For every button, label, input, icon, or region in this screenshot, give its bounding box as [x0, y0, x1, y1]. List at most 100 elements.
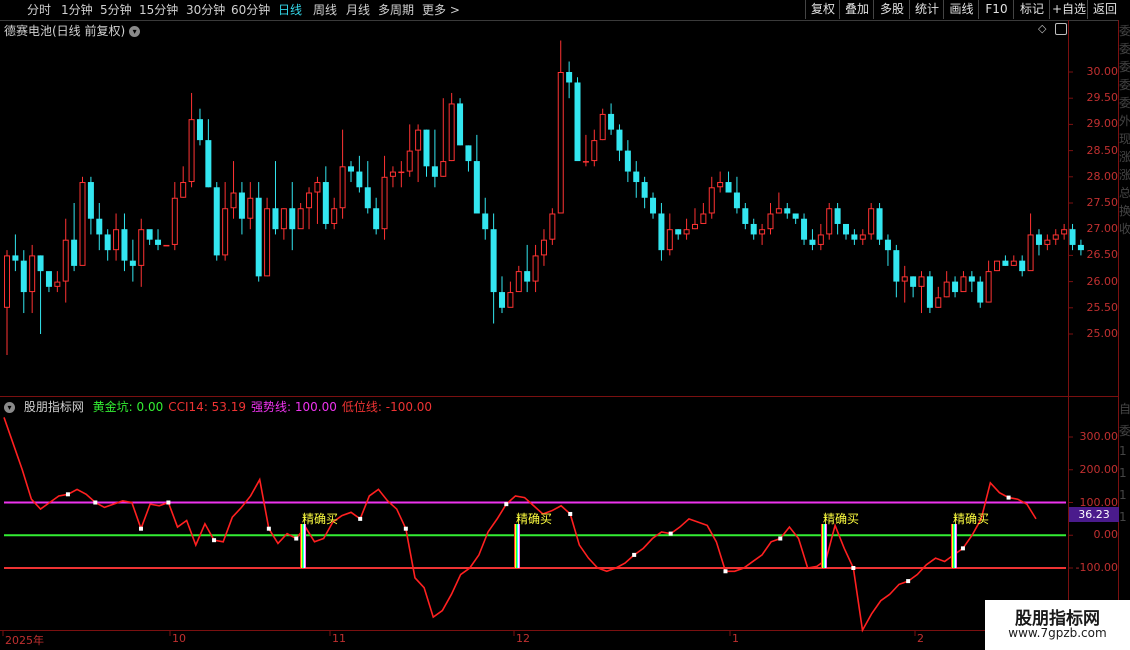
candle-body	[733, 192, 740, 209]
candle-body	[29, 255, 36, 293]
signal-bar	[300, 523, 301, 568]
date-label: 10	[172, 632, 186, 645]
candle-body	[457, 103, 464, 146]
strip-char: 1	[1119, 488, 1127, 502]
candle-body	[356, 171, 363, 188]
candle-body	[859, 234, 866, 240]
candle-body	[37, 255, 44, 272]
signal-bar	[825, 523, 826, 568]
cci-marker	[1006, 495, 1011, 500]
candle-body	[255, 197, 262, 277]
candle-body	[373, 208, 380, 230]
candle-body	[490, 229, 497, 293]
signal-label: 精确买	[516, 511, 553, 526]
candle-body	[230, 192, 237, 209]
candle-body	[1027, 234, 1034, 272]
candle-body	[188, 119, 195, 183]
legend-item-1: CCI14: 53.19	[168, 400, 247, 414]
candle-body	[163, 244, 170, 247]
candle-body	[633, 171, 640, 183]
candle-body	[994, 260, 1001, 272]
candle-body	[977, 281, 984, 303]
indicator-label: 200.00	[1079, 462, 1119, 476]
candle-body	[196, 119, 203, 141]
candle-body	[280, 208, 287, 230]
candle-body	[146, 229, 153, 240]
candle-body	[322, 182, 329, 224]
candle-body	[96, 218, 103, 235]
legend-item-3: 低位线: -100.00	[341, 400, 433, 414]
candle-body	[79, 182, 86, 266]
strip-char: 自	[1119, 402, 1130, 416]
candle-body	[784, 208, 791, 214]
price-label: 27.50	[1086, 196, 1119, 209]
signal-bar	[952, 523, 953, 568]
candle-body	[272, 208, 279, 230]
candle-body	[566, 72, 573, 83]
signal-bar	[951, 523, 952, 568]
candle-body	[809, 239, 816, 245]
cci-marker	[266, 526, 271, 531]
price-label: 29.00	[1086, 117, 1119, 131]
candle-body	[826, 208, 833, 235]
candle-body	[1035, 234, 1042, 245]
signal-label: 精确买	[823, 511, 860, 526]
candle-body	[775, 208, 782, 214]
candle-body	[792, 213, 799, 219]
candle-body	[238, 192, 245, 219]
candle-body	[599, 113, 606, 141]
candle-body	[591, 140, 598, 162]
candle-body	[935, 297, 942, 308]
price-label: 25.00	[1086, 327, 1119, 340]
candle-body	[4, 255, 10, 308]
candle-body	[121, 229, 128, 261]
date-label: 11	[332, 632, 346, 645]
candle-body	[675, 229, 682, 235]
candle-body	[952, 281, 959, 293]
candle-body	[331, 208, 338, 224]
chevron-down-icon[interactable]: ▾	[4, 402, 15, 413]
strip-char: 委	[1119, 24, 1130, 38]
signal-bar	[953, 523, 954, 568]
cci-marker	[960, 546, 965, 551]
candle-body	[306, 192, 313, 209]
candle-body	[415, 129, 422, 151]
price-label: 28.50	[1086, 143, 1119, 157]
candle-body	[759, 229, 766, 235]
cci-marker	[778, 536, 783, 541]
candle-body	[851, 234, 858, 240]
candle-body	[1044, 239, 1051, 245]
candle-body	[155, 239, 162, 245]
candle-body	[708, 187, 715, 214]
candle-body	[540, 239, 547, 256]
candle-body	[364, 187, 371, 209]
candle-body	[222, 208, 229, 256]
candle-body	[180, 182, 187, 198]
candle-body	[62, 239, 69, 282]
candle-body	[87, 182, 94, 219]
signal-bar	[955, 523, 956, 568]
strip-char: 现	[1119, 132, 1130, 146]
price-label: 26.50	[1086, 248, 1119, 262]
candle-body	[54, 281, 61, 287]
candle-body	[398, 171, 405, 174]
legend-item-2: 强势线: 100.00	[251, 400, 337, 414]
strip-char: 委	[1119, 42, 1130, 56]
candle-body	[205, 140, 212, 188]
candle-body	[515, 271, 522, 293]
strip-char: 委	[1119, 78, 1130, 92]
candle-body	[801, 218, 808, 240]
candle-body	[1052, 234, 1059, 240]
signal-label: 精确买	[953, 511, 990, 526]
signal-bar	[518, 523, 519, 568]
signal-bar	[956, 523, 957, 568]
cci-marker	[851, 566, 856, 570]
candle-body	[423, 129, 430, 167]
indicator-label: 300.00	[1079, 430, 1119, 443]
candle-body	[574, 82, 581, 162]
signal-bar	[954, 523, 955, 568]
signal-bar	[519, 523, 520, 568]
cci-marker	[906, 579, 911, 584]
cci-marker	[138, 526, 143, 531]
candle-body	[524, 271, 531, 282]
